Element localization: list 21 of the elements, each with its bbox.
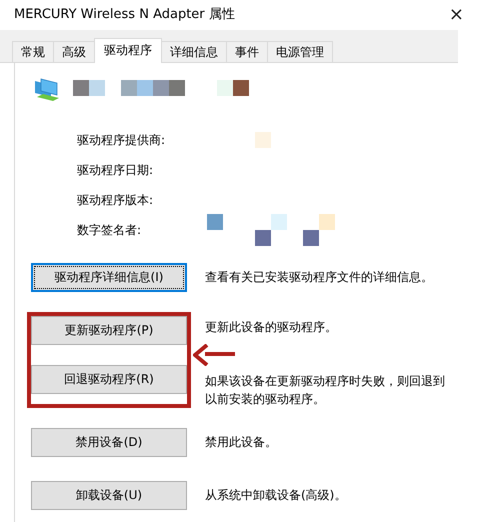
action-button[interactable]: 更新驱动程序(P) [31,316,187,345]
action-description: 从系统中卸载设备(高级)。 [205,487,348,504]
action-button[interactable]: 禁用设备(D) [31,428,187,457]
info-label: 驱动程序版本: [77,192,154,208]
info-label: 驱动程序日期: [77,162,154,178]
tab[interactable]: 驱动程序 [94,38,162,63]
tab[interactable]: 电源管理 [267,41,333,62]
redacted-value-drawing [255,132,271,148]
action-button[interactable]: 卸载设备(U) [31,481,187,510]
close-button[interactable]: × [448,4,464,24]
window-title: MERCURY Wireless N Adapter 属性 [14,6,235,23]
info-label: 驱动程序提供商: [77,132,166,148]
action-description: 禁用此设备。 [205,434,278,451]
action-description: 查看有关已安装驱动程序文件的详细信息。 [205,269,434,286]
action-description: 更新此设备的驱动程序。 [205,319,338,336]
action-button[interactable]: 驱动程序详细信息(I) [31,263,187,292]
arrow-icon [193,344,235,366]
action-description: 如果该设备在更新驱动程序时失败，则回退到以前安装的驱动程序。 [205,373,446,408]
info-label: 数字签名者: [77,222,142,238]
tab[interactable]: 常规 [12,41,54,62]
action-button[interactable]: 回退驱动程序(R) [31,365,187,394]
